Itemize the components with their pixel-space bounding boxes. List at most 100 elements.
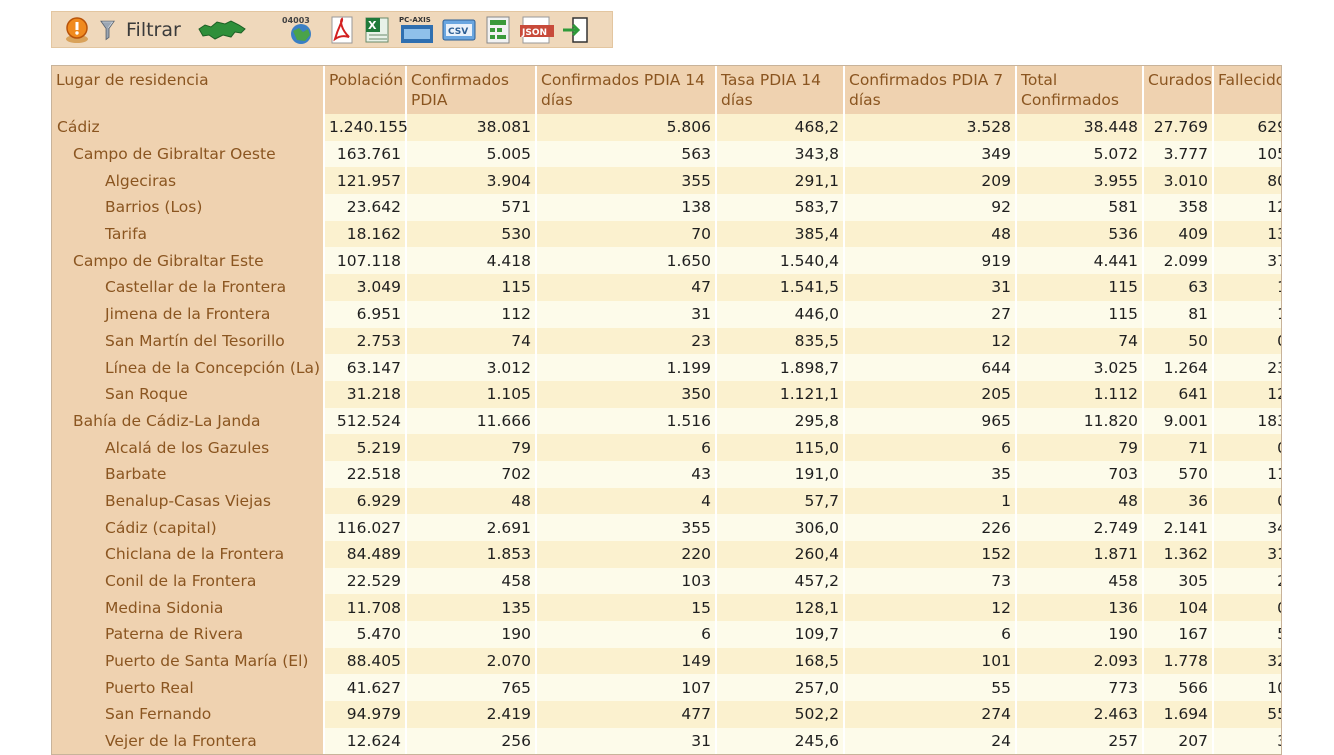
value-cell: 1.853: [407, 541, 535, 568]
value-cell: 563: [537, 140, 715, 168]
globe-map-button[interactable]: 04003: [281, 15, 321, 45]
place-cell[interactable]: Chiclana de la Frontera: [52, 541, 323, 568]
header-tasa-pdia-14[interactable]: Tasa PDIA 14 días: [717, 66, 843, 114]
value-cell: 209: [845, 167, 1015, 195]
place-cell[interactable]: Castellar de la Frontera: [52, 274, 323, 301]
header-confirmados-pdia-7[interactable]: Confirmados PDIA 7 días: [845, 66, 1015, 114]
place-cell[interactable]: Línea de la Concepción (La): [52, 354, 323, 381]
table-row[interactable]: Puerto de Santa María (El) 88.405 2.070 149…: [52, 647, 1281, 675]
place-cell[interactable]: Conil de la Frontera: [52, 567, 323, 595]
table-row[interactable]: San Fernando 94.979 2.419 477 502,2 274 2.463 1…: [52, 701, 1281, 728]
table-row[interactable]: Cádiz (capital) 116.027 2.691 355 306,0 226 2.…: [52, 514, 1281, 541]
place-cell[interactable]: Alcalá de los Gazules: [52, 434, 323, 461]
place-cell[interactable]: Cádiz: [52, 114, 323, 141]
table-row[interactable]: San Roque 31.218 1.105 350 1.121,1 205 1.112 64…: [52, 380, 1281, 408]
table-row[interactable]: Castellar de la Frontera 3.049 115 47 1.541,…: [52, 274, 1281, 301]
table-row[interactable]: Alcalá de los Gazules5.219796115,0679710: [52, 434, 1281, 461]
table-row[interactable]: Vejer de la Frontera 12.624 256 31 245,6 24 25…: [52, 727, 1281, 754]
value-cell: 5.806: [537, 114, 715, 141]
table-row[interactable]: Campo de Gibraltar Oeste 163.761 5.005 563 3…: [52, 140, 1281, 168]
place-cell[interactable]: Jimena de la Frontera: [52, 300, 323, 328]
place-cell[interactable]: Medina Sidonia: [52, 594, 323, 622]
table-row[interactable]: Barbate22.51870243191,03570357011: [52, 460, 1281, 488]
place-cell[interactable]: Tarifa: [52, 220, 323, 248]
place-cell[interactable]: San Martín del Tesorillo: [52, 327, 323, 355]
value-cell: 3.012: [407, 354, 535, 381]
info-button[interactable]: [62, 15, 92, 45]
place-cell[interactable]: Bahía de Cádiz-La Janda: [52, 407, 323, 435]
pc-axis-button[interactable]: PC-AXIS: [399, 15, 435, 45]
place-cell[interactable]: Barrios (Los): [52, 194, 323, 221]
header-poblacion[interactable]: Población: [325, 66, 405, 114]
table-row[interactable]: Benalup-Casas Viejas6.92948457,7148360: [52, 487, 1281, 515]
header-lugar[interactable]: Lugar de residencia: [52, 66, 323, 114]
value-cell: 1.541,5: [717, 274, 843, 301]
table-row[interactable]: Bahía de Cádiz-La Janda 512.524 11.666 1.51…: [52, 407, 1281, 435]
place-cell[interactable]: Algeciras: [52, 167, 323, 195]
value-cell: 1.240.155: [325, 114, 408, 141]
table-row[interactable]: Tarifa18.16253070385,44853640913: [52, 220, 1281, 248]
place-cell[interactable]: Barbate: [52, 460, 323, 488]
svg-text:X: X: [368, 19, 377, 32]
table-row[interactable]: Chiclana de la Frontera 84.489 1.853 220 260…: [52, 541, 1281, 568]
value-cell: 2: [1214, 567, 1281, 595]
value-cell: 36: [1144, 487, 1212, 515]
value-cell: 80: [1214, 167, 1281, 195]
value-cell: 136: [1017, 594, 1142, 622]
value-cell: 31: [845, 274, 1015, 301]
exit-button[interactable]: [561, 15, 591, 45]
table-row[interactable]: Medina Sidonia11.70813515128,1121361040: [52, 594, 1281, 622]
json-button[interactable]: JSON: [519, 15, 555, 45]
svg-text:JSON: JSON: [521, 28, 547, 38]
table-row[interactable]: Puerto Real41.627765107257,05577356610: [52, 674, 1281, 702]
place-cell[interactable]: Benalup-Casas Viejas: [52, 487, 323, 515]
place-cell[interactable]: Campo de Gibraltar Oeste: [52, 140, 323, 168]
value-cell: 27: [845, 300, 1015, 328]
csv-button[interactable]: CSV: [441, 15, 477, 45]
value-cell: 88.405: [325, 647, 405, 675]
table-body: Cádiz 1.240.155 38.081 5.806 468,2 3.528 38.44…: [52, 114, 1281, 754]
value-cell: 477: [537, 701, 715, 728]
table-row[interactable]: Jimena de la Frontera 6.951 112 31 446,0 27 11…: [52, 300, 1281, 328]
place-cell[interactable]: Cádiz (capital): [52, 514, 323, 541]
excel-button[interactable]: X: [363, 15, 393, 45]
value-cell: 919: [845, 247, 1015, 275]
value-cell: 11.820: [1017, 407, 1142, 435]
value-cell: 260,4: [717, 541, 843, 568]
header-confirmados-pdia[interactable]: Confirmados PDIA: [407, 66, 535, 114]
header-total-confirmados[interactable]: Total Confirmados: [1017, 66, 1142, 114]
table-row[interactable]: San Martín del Tesorillo 2.753 74 23 835,5 12…: [52, 327, 1281, 355]
table-row[interactable]: Línea de la Concepción (La) 63.147 3.012 1.…: [52, 354, 1281, 381]
andalucia-map-button[interactable]: [197, 15, 247, 45]
filter-button[interactable]: Filtrar: [98, 15, 191, 45]
place-cell[interactable]: Campo de Gibraltar Este: [52, 247, 323, 275]
header-confirmados-pdia-14[interactable]: Confirmados PDIA 14 días: [537, 66, 715, 114]
table-row[interactable]: Cádiz 1.240.155 38.081 5.806 468,2 3.528 38.44…: [52, 114, 1281, 141]
value-cell: 205: [845, 380, 1015, 408]
data-table-container: Lugar de residencia Población Confirmado…: [51, 65, 1282, 755]
value-cell: 27.769: [1144, 114, 1212, 141]
value-cell: 107.118: [325, 247, 405, 275]
table-row[interactable]: Campo de Gibraltar Este 107.118 4.418 1.650…: [52, 247, 1281, 275]
value-cell: 1: [1214, 300, 1281, 328]
table-row[interactable]: Barrios (Los)23.642571138583,79258135812: [52, 194, 1281, 221]
value-cell: 226: [845, 514, 1015, 541]
place-cell[interactable]: Puerto de Santa María (El): [52, 647, 323, 675]
place-cell[interactable]: Puerto Real: [52, 674, 323, 702]
place-cell[interactable]: San Roque: [52, 380, 323, 408]
value-cell: 38.081: [407, 114, 535, 141]
value-cell: 1.264: [1144, 354, 1212, 381]
table-row[interactable]: Algeciras 121.957 3.904 355 291,1 209 3.955 3.0…: [52, 167, 1281, 195]
table-row[interactable]: Paterna de Rivera5.4701906109,761901675: [52, 621, 1281, 648]
table-row[interactable]: Conil de la Frontera 22.529 458 103 457,2 73 4…: [52, 567, 1281, 595]
header-fallecidos[interactable]: Fallecidos: [1214, 66, 1281, 114]
value-cell: 358: [1144, 194, 1212, 221]
place-cell[interactable]: San Fernando: [52, 701, 323, 728]
pdf-button[interactable]: [327, 15, 357, 45]
value-cell: 34: [1214, 514, 1281, 541]
calc-button[interactable]: [483, 15, 513, 45]
header-curados[interactable]: Curados: [1144, 66, 1212, 114]
place-cell[interactable]: Paterna de Rivera: [52, 621, 323, 648]
value-cell: 31.218: [325, 380, 405, 408]
place-cell[interactable]: Vejer de la Frontera: [52, 727, 323, 754]
